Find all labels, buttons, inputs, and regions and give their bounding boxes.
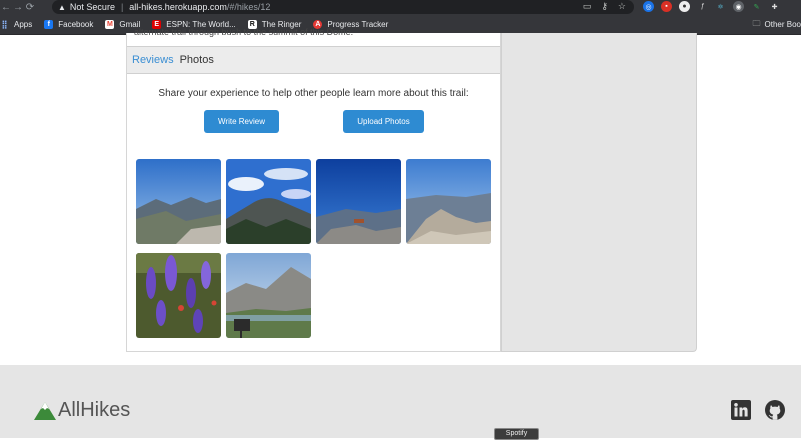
bookmark-facebook[interactable]: f Facebook bbox=[44, 19, 94, 29]
bookmark-label: Apps bbox=[14, 19, 33, 29]
apps-grid-icon: ⣿ bbox=[1, 19, 8, 29]
upload-photos-button[interactable]: Upload Photos bbox=[343, 110, 424, 133]
back-icon[interactable]: ← bbox=[0, 2, 12, 13]
install-icon[interactable]: ▭ bbox=[583, 1, 592, 12]
folder-icon: 🗀 bbox=[752, 18, 761, 28]
pen-icon[interactable]: ✎ bbox=[751, 1, 762, 12]
url-separator: | bbox=[120, 2, 124, 12]
gmail-icon: M bbox=[105, 19, 115, 29]
review-photo-tabs: Reviews Photos bbox=[127, 46, 500, 74]
share-prompt: Share your experience to help other peop… bbox=[158, 88, 469, 99]
react-icon[interactable]: ⚛ bbox=[715, 1, 726, 12]
browser-toolbar: ← → ⟳ ▲ Not Secure | all-hikes.herokuapp… bbox=[0, 0, 801, 14]
url-host: all-hikes.herokuapp.com bbox=[129, 2, 227, 12]
address-bar[interactable]: ▲ Not Secure | all-hikes.herokuapp.com /… bbox=[52, 0, 634, 14]
linkedin-icon[interactable] bbox=[731, 400, 751, 420]
other-bookmarks[interactable]: 🗀 Other Boo bbox=[753, 14, 801, 35]
extension-icon[interactable]: ● bbox=[679, 1, 690, 12]
extension-icon[interactable]: ◎ bbox=[643, 1, 654, 12]
puzzle-icon[interactable]: ✚ bbox=[769, 1, 780, 12]
tab-photos[interactable]: Photos bbox=[180, 54, 214, 66]
extensions-bar: ◎ ▪ ● ƒ ⚛ ◉ ✎ ✚ bbox=[643, 1, 780, 12]
spotify-tooltip: Spotify bbox=[494, 428, 539, 440]
github-icon[interactable] bbox=[765, 400, 785, 420]
reload-icon[interactable]: ⟳ bbox=[24, 2, 36, 13]
bookmark-label: Facebook bbox=[58, 19, 94, 29]
brand-name: AllHikes bbox=[58, 399, 131, 421]
facebook-icon: f bbox=[44, 19, 54, 29]
trail-description: alternate trail through bush to the summ… bbox=[134, 27, 354, 37]
extension-icon[interactable]: ▪ bbox=[661, 1, 672, 12]
trail-photo[interactable] bbox=[136, 159, 221, 244]
warning-icon: ▲ bbox=[58, 2, 66, 12]
trail-photo[interactable] bbox=[226, 159, 311, 244]
site-footer: AllHikes Spotify bbox=[0, 365, 801, 440]
star-icon[interactable]: ☆ bbox=[618, 1, 626, 12]
write-review-button[interactable]: Write Review bbox=[204, 110, 279, 133]
trail-photo[interactable] bbox=[406, 159, 491, 244]
trail-side-panel bbox=[501, 33, 697, 352]
tab-reviews[interactable]: Reviews bbox=[132, 54, 174, 66]
other-bookmarks-label: Other Boo bbox=[764, 20, 801, 29]
bookmark-apps[interactable]: ⣿ Apps bbox=[0, 19, 33, 29]
extension-icon[interactable]: ◉ bbox=[733, 1, 744, 12]
mountain-logo-icon bbox=[34, 401, 56, 420]
trail-photo[interactable] bbox=[136, 253, 221, 338]
key-icon[interactable]: ⚷ bbox=[601, 1, 608, 12]
trail-photo[interactable] bbox=[316, 159, 401, 244]
security-label: Not Secure bbox=[69, 2, 115, 12]
trail-photo[interactable] bbox=[226, 253, 311, 338]
formula-icon[interactable]: ƒ bbox=[697, 1, 708, 12]
allhikes-logo[interactable]: AllHikes bbox=[34, 399, 130, 422]
trail-content-card: alternate trail through bush to the summ… bbox=[126, 27, 501, 352]
url-path: /#/hikes/12 bbox=[226, 2, 271, 12]
page: alternate trail through bush to the summ… bbox=[0, 27, 801, 440]
forward-icon[interactable]: → bbox=[12, 2, 24, 13]
